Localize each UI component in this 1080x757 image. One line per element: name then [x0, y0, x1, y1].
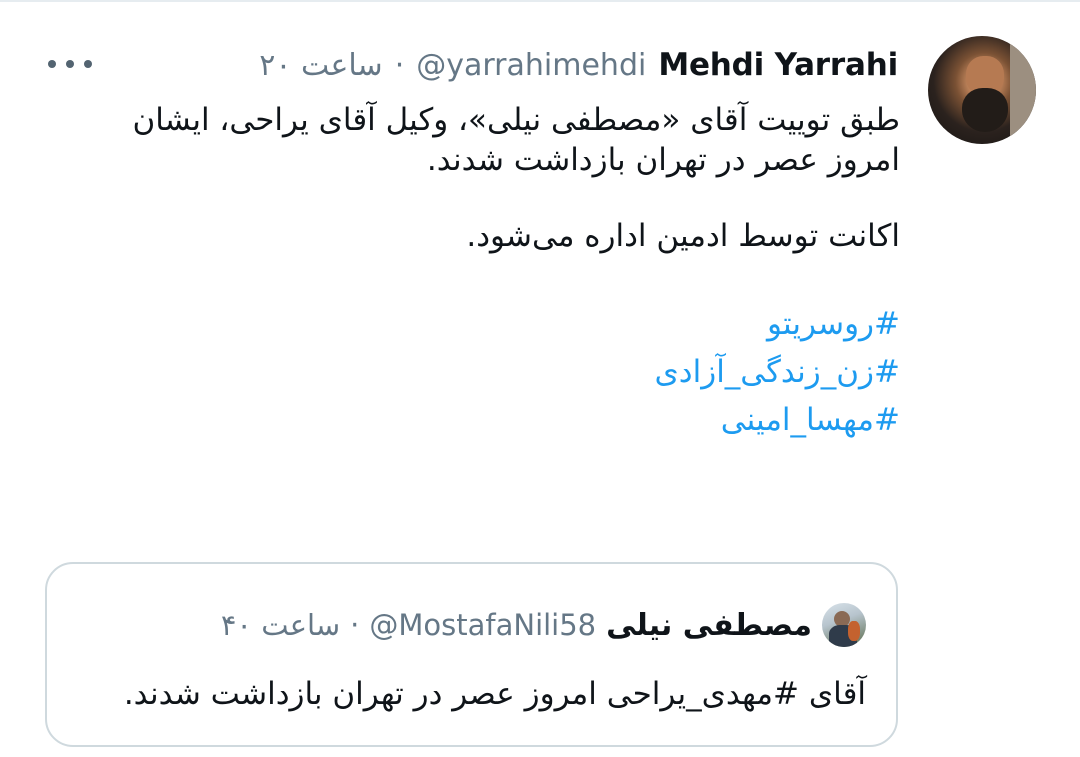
author-name[interactable]: Mehdi Yarrahi: [658, 47, 898, 83]
hashtag-link[interactable]: #زن_زندگی_آزادی: [70, 348, 900, 396]
separator-dot: ·: [394, 47, 405, 83]
tweet-time[interactable]: ۲۰ ساعت: [259, 48, 382, 83]
quoted-separator-dot: ·: [350, 608, 360, 642]
hashtag-link[interactable]: #روسریتو: [70, 300, 900, 348]
hashtag-link[interactable]: #مهسا_امینی: [70, 396, 900, 444]
quoted-avatar-object: [848, 621, 860, 641]
quoted-tweet[interactable]: مصطفی نیلی @MostafaNili58 · ۴۰ ساعت آقای…: [45, 562, 898, 747]
more-dot: [66, 60, 74, 68]
quoted-header: مصطفی نیلی @MostafaNili58 · ۴۰ ساعت: [221, 602, 866, 648]
author-handle[interactable]: @yarrahimehdi: [416, 48, 646, 83]
avatar-background: [1010, 36, 1036, 144]
tweet-header: Mehdi Yarrahi @yarrahimehdi · ۲۰ ساعت: [259, 42, 898, 88]
avatar[interactable]: [928, 36, 1036, 144]
hashtag-list: #روسریتو #زن_زندگی_آزادی #مهسا_امینی: [70, 300, 900, 444]
tweet-paragraph: طبق توییت آقای «مصطفی نیلی»، وکیل آقای ی…: [132, 102, 900, 178]
quoted-text: آقای #مهدی_یراحی امروز عصر در تهران بازد…: [123, 676, 866, 712]
more-dot: [84, 60, 92, 68]
quoted-author-handle[interactable]: @MostafaNili58: [369, 608, 596, 642]
avatar-beard: [962, 88, 1008, 132]
quoted-time[interactable]: ۴۰ ساعت: [221, 608, 340, 642]
quoted-author-name[interactable]: مصطفی نیلی: [606, 608, 812, 643]
tweet-paragraph: اکانت توسط ادمین اداره می‌شود.: [466, 218, 900, 254]
more-options-icon[interactable]: [48, 58, 92, 70]
tweet-body: طبق توییت آقای «مصطفی نیلی»، وکیل آقای ی…: [70, 100, 900, 444]
more-dot: [48, 60, 56, 68]
tweet-card[interactable]: Mehdi Yarrahi @yarrahimehdi · ۲۰ ساعت طب…: [0, 0, 1080, 757]
quoted-avatar[interactable]: [822, 603, 866, 647]
